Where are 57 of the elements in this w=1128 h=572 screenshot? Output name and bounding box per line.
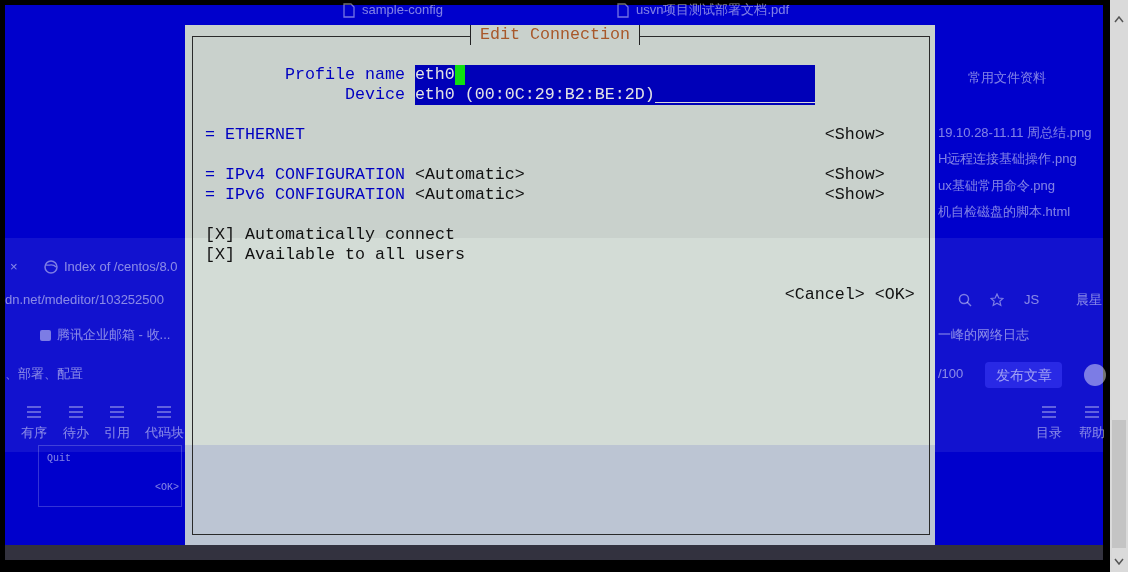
- article-title: 、部署、配置: [5, 366, 83, 382]
- scroll-up-icon[interactable]: [1114, 16, 1124, 23]
- ok-button[interactable]: <OK>: [874, 285, 915, 305]
- input-field[interactable]: eth0 (00:0C:29:B2:BE:2D): [414, 85, 815, 105]
- file-icon: [343, 2, 355, 18]
- input-field[interactable]: eth0: [414, 65, 815, 85]
- lines-icon[interactable]: [1084, 405, 1100, 419]
- file-name: H远程连接基础操作.png: [938, 151, 1077, 168]
- cancel-button[interactable]: <Cancel>: [784, 285, 865, 305]
- mode-button[interactable]: <Automatic>: [414, 185, 525, 205]
- ok-text: <OK>: [155, 482, 179, 494]
- file-name: sample-config: [362, 2, 443, 18]
- checkbox[interactable]: [X]: [205, 225, 235, 245]
- lines-icon[interactable]: [26, 405, 42, 419]
- file-name: 机自检磁盘的脚本.html: [938, 203, 1071, 220]
- checkbox-label: Available to all users: [245, 245, 465, 265]
- scrollbar[interactable]: [1110, 0, 1128, 572]
- section-title: = IPv4 CONFIGURATION: [205, 165, 405, 185]
- window-title: Edit Connection: [470, 25, 640, 45]
- field-label: Profile name: [283, 65, 405, 85]
- globe-icon[interactable]: [44, 260, 58, 274]
- section-title: = IPv6 CONFIGURATION: [205, 185, 405, 205]
- address-text: dn.net/mdeditor/103252500: [5, 292, 164, 308]
- toolbar-label: 引用: [104, 425, 130, 441]
- lines-icon[interactable]: [156, 405, 172, 419]
- show-button[interactable]: <Show>: [824, 165, 885, 185]
- avatar-icon[interactable]: [1083, 363, 1107, 387]
- checkbox-label: Automatically connect: [245, 225, 455, 245]
- bookmark[interactable]: 一峰的网络日志: [938, 327, 1029, 343]
- search-icon[interactable]: [958, 293, 972, 307]
- lines-icon[interactable]: [109, 405, 125, 419]
- panel-title: 常用文件资料: [968, 70, 1046, 86]
- checkbox[interactable]: [X]: [205, 245, 235, 265]
- show-button[interactable]: <Show>: [824, 125, 885, 145]
- file-name: ux基础常用命令.png: [938, 177, 1056, 194]
- toolbar-label: 待办: [63, 425, 89, 441]
- file-name: usvn项目测试部署文档.pdf: [636, 2, 790, 18]
- lines-icon[interactable]: [1041, 405, 1057, 419]
- mode-button[interactable]: <Automatic>: [414, 165, 525, 185]
- scroll-down-icon[interactable]: [1114, 558, 1124, 565]
- file-name: 19.10.28-11.11 周总结.png: [938, 125, 1092, 141]
- file-icon: [617, 2, 629, 18]
- show-button[interactable]: <Show>: [824, 185, 885, 205]
- toolbar-label: 有序: [21, 425, 47, 441]
- field-label: Device: [343, 85, 405, 105]
- section-title: = ETHERNET: [205, 125, 305, 145]
- star-icon[interactable]: [990, 293, 1004, 307]
- close-tab-mark: ×: [10, 259, 18, 275]
- toolbar-label: 目录: [1036, 425, 1062, 441]
- word-count: /100: [938, 366, 964, 382]
- profile-name: 晨星: [1076, 292, 1102, 308]
- publish-button[interactable]: 发布文章: [985, 362, 1062, 388]
- toolbar-label: 代码块: [144, 425, 184, 441]
- bookmark-icon[interactable]: [39, 328, 52, 342]
- extension-label: JS: [1024, 292, 1040, 308]
- bookmark[interactable]: 腾讯企业邮箱 - 收...: [57, 327, 171, 343]
- lines-icon[interactable]: [68, 405, 84, 419]
